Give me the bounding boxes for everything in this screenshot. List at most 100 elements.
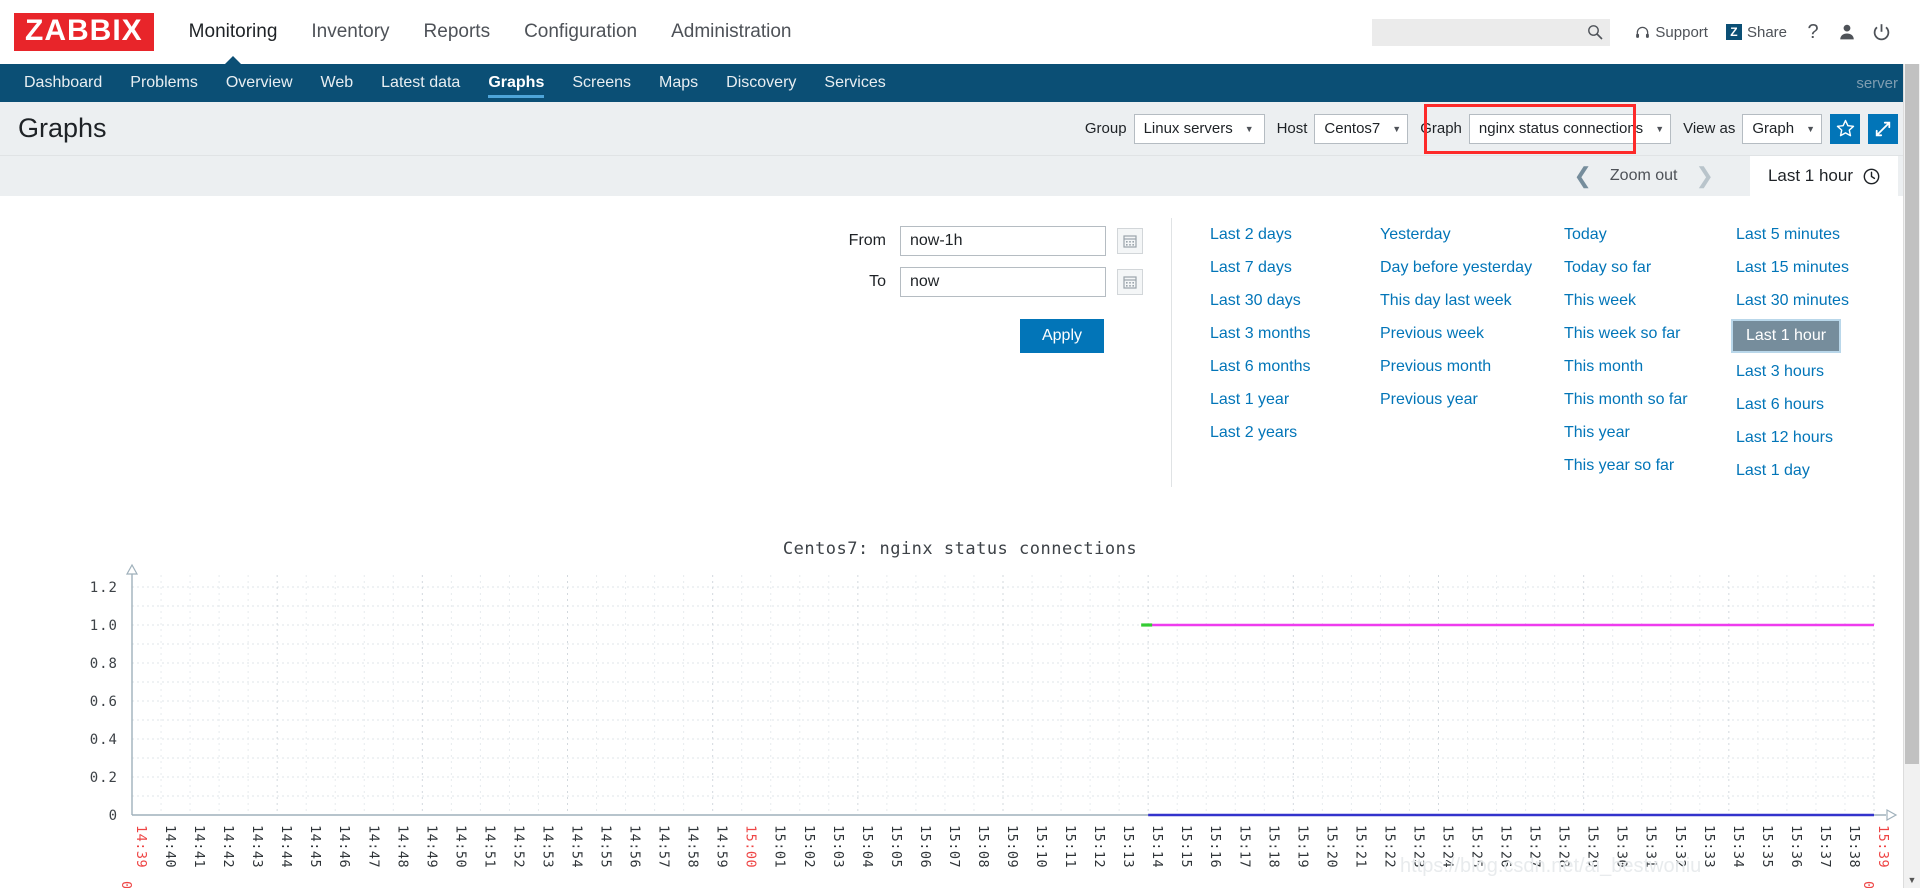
svg-text:15:07: 15:07	[946, 825, 962, 868]
power-glyph	[1873, 23, 1889, 40]
power-icon[interactable]	[1864, 15, 1898, 49]
preset-last-6-hours[interactable]: Last 6 hours	[1736, 388, 1824, 421]
preset-last-2-days[interactable]: Last 2 days	[1210, 218, 1292, 251]
from-input[interactable]	[900, 226, 1106, 256]
zabbix-logo[interactable]: ZABBIX	[14, 13, 154, 51]
to-calendar-button[interactable]	[1117, 269, 1143, 295]
svg-text:14:55: 14:55	[598, 825, 614, 868]
from-calendar-button[interactable]	[1117, 228, 1143, 254]
preset-yesterday[interactable]: Yesterday	[1380, 218, 1451, 251]
subnav-item-services[interactable]: Services	[810, 64, 899, 102]
graph-label: Graph	[1420, 120, 1462, 137]
clock-icon	[1863, 168, 1880, 184]
chevron-right-icon[interactable]: ❯	[1682, 165, 1728, 187]
preset-this-week[interactable]: This week	[1564, 284, 1636, 317]
search-icon	[1588, 24, 1603, 40]
view-as-select[interactable]: Graph ▼	[1742, 113, 1822, 144]
page-scrollbar[interactable]: ▲ ▼	[1903, 64, 1920, 888]
preset-last-3-months[interactable]: Last 3 months	[1210, 317, 1311, 350]
svg-text:14:43: 14:43	[249, 825, 265, 868]
time-range-tab[interactable]: Last 1 hour	[1749, 156, 1898, 196]
preset-today[interactable]: Today	[1564, 218, 1607, 251]
to-input[interactable]	[900, 267, 1106, 297]
subnav-item-problems[interactable]: Problems	[116, 64, 212, 102]
nav-inventory[interactable]: Inventory	[294, 0, 406, 64]
preset-last-1-year[interactable]: Last 1 year	[1210, 383, 1289, 416]
preset-this-month-so-far[interactable]: This month so far	[1564, 383, 1688, 416]
preset-last-1-hour[interactable]: Last 1 hour	[1731, 319, 1842, 353]
subnav-item-dashboard[interactable]: Dashboard	[10, 64, 116, 102]
svg-text:14:53: 14:53	[539, 825, 555, 868]
preset-this-year-so-far[interactable]: This year so far	[1564, 449, 1674, 482]
zoom-out-button[interactable]: Zoom out	[1606, 167, 1682, 185]
header-actions: Support Z Share ?	[1372, 15, 1920, 49]
search-box[interactable]	[1372, 18, 1611, 46]
nav-reports[interactable]: Reports	[407, 0, 508, 64]
preset-this-week-so-far[interactable]: This week so far	[1564, 317, 1680, 350]
svg-text:15:32: 15:32	[1672, 825, 1688, 868]
fullscreen-button[interactable]	[1868, 113, 1898, 144]
support-link[interactable]: Support	[1626, 24, 1717, 41]
subnav-item-maps[interactable]: Maps	[645, 64, 712, 102]
preset-last-15-minutes[interactable]: Last 15 minutes	[1736, 251, 1849, 284]
user-icon[interactable]	[1830, 15, 1864, 49]
svg-text:14:51: 14:51	[481, 825, 497, 868]
preset-last-2-years[interactable]: Last 2 years	[1210, 416, 1297, 449]
preset-column-recent: Last 5 minutes Last 15 minutes Last 30 m…	[1731, 218, 1906, 487]
svg-text:15:25: 15:25	[1469, 825, 1485, 868]
svg-text:14:54: 14:54	[569, 825, 585, 868]
preset-previous-year[interactable]: Previous year	[1380, 383, 1478, 416]
preset-this-year[interactable]: This year	[1564, 416, 1630, 449]
subnav-item-screens[interactable]: Screens	[558, 64, 645, 102]
apply-button[interactable]: Apply	[1019, 319, 1104, 353]
preset-previous-week[interactable]: Previous week	[1380, 317, 1484, 350]
nav-administration[interactable]: Administration	[654, 0, 808, 64]
preset-last-5-minutes[interactable]: Last 5 minutes	[1736, 218, 1840, 251]
svg-text:15:39: 15:39	[1875, 825, 1891, 868]
nav-configuration[interactable]: Configuration	[507, 0, 654, 64]
graph-select[interactable]: nginx status connections ▼	[1468, 113, 1672, 144]
subnav-item-graphs[interactable]: Graphs	[474, 64, 558, 102]
scroll-down-icon[interactable]: ▼	[1904, 871, 1920, 888]
subnav-item-latest-data[interactable]: Latest data	[367, 64, 474, 102]
preset-last-12-hours[interactable]: Last 12 hours	[1736, 421, 1833, 454]
preset-previous-month[interactable]: Previous month	[1380, 350, 1491, 383]
group-select[interactable]: Linux servers ▼	[1133, 113, 1265, 144]
graph-selector-bar: Group Linux servers ▼ Host Centos7 ▼ Gra…	[1073, 103, 1898, 154]
svg-text:15:01: 15:01	[772, 825, 788, 868]
preset-last-3-hours[interactable]: Last 3 hours	[1736, 355, 1824, 388]
calendar-icon	[1123, 276, 1137, 289]
svg-text:15:03: 15:03	[830, 825, 846, 868]
host-select[interactable]: Centos7 ▼	[1314, 113, 1409, 144]
scrollbar-thumb[interactable]	[1905, 64, 1919, 764]
favorite-button[interactable]	[1830, 113, 1860, 144]
svg-text:15:10: 15:10	[1033, 825, 1049, 868]
svg-text:0: 0	[109, 808, 118, 824]
search-input[interactable]	[1372, 18, 1611, 46]
subnav-item-overview[interactable]: Overview	[212, 64, 307, 102]
subnav-item-web[interactable]: Web	[307, 64, 368, 102]
svg-text:15:20: 15:20	[1323, 825, 1339, 868]
svg-text:14:46: 14:46	[336, 825, 352, 868]
chevron-left-icon[interactable]: ❮	[1559, 165, 1605, 187]
help-icon[interactable]: ?	[1796, 15, 1830, 49]
preset-last-7-days[interactable]: Last 7 days	[1210, 251, 1292, 284]
preset-this-day-last-week[interactable]: This day last week	[1380, 284, 1512, 317]
graph-plot[interactable]: 0 0.2 0.4 0.6 0.8 1.0 1.2 14:39 14:40 14:41 14:42 1…	[14, 559, 1906, 888]
svg-text:15:08: 15:08	[975, 825, 991, 868]
svg-text:03-04: 03-04	[118, 881, 134, 888]
from-label: From	[848, 232, 886, 249]
svg-text:15:05: 15:05	[888, 825, 904, 868]
preset-today-so-far[interactable]: Today so far	[1564, 251, 1651, 284]
subnav-item-discovery[interactable]: Discovery	[712, 64, 810, 102]
preset-day-before-yesterday[interactable]: Day before yesterday	[1380, 251, 1532, 284]
preset-last-1-day[interactable]: Last 1 day	[1736, 454, 1810, 487]
preset-this-month[interactable]: This month	[1564, 350, 1643, 383]
svg-text:15:11: 15:11	[1062, 825, 1078, 868]
svg-text:14:48: 14:48	[394, 825, 410, 868]
nav-monitoring[interactable]: Monitoring	[172, 0, 295, 64]
preset-last-30-minutes[interactable]: Last 30 minutes	[1736, 284, 1849, 317]
preset-last-6-months[interactable]: Last 6 months	[1210, 350, 1311, 383]
preset-last-30-days[interactable]: Last 30 days	[1210, 284, 1301, 317]
share-link[interactable]: Z Share	[1717, 24, 1796, 41]
